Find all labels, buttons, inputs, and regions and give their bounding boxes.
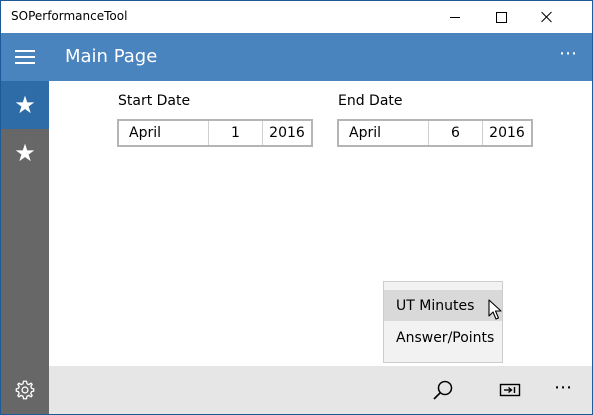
- close-button[interactable]: [524, 1, 570, 33]
- main-content: Start Date April 1 2016 End Date April 6…: [49, 81, 592, 366]
- start-date-label: Start Date: [118, 93, 191, 109]
- bottom-app-bar: ⋯: [49, 366, 592, 414]
- mouse-cursor-icon: [488, 299, 502, 320]
- end-date-picker[interactable]: April 6 2016: [337, 119, 533, 147]
- end-month-field[interactable]: April: [339, 121, 429, 145]
- star-icon: ★: [14, 91, 36, 119]
- start-month-field[interactable]: April: [119, 121, 209, 145]
- maximize-button[interactable]: [478, 1, 524, 33]
- hamburger-icon-line: [15, 50, 35, 52]
- menu-item-ut-minutes[interactable]: UT Minutes: [384, 290, 502, 321]
- start-day-field[interactable]: 1: [209, 121, 263, 145]
- end-date-label: End Date: [338, 93, 403, 109]
- hamburger-menu-button[interactable]: [1, 33, 49, 81]
- close-icon: [541, 11, 553, 23]
- page-title: Main Page: [65, 46, 158, 67]
- hamburger-icon-line: [15, 56, 35, 58]
- end-date-group: End Date April 6 2016: [337, 91, 533, 147]
- start-date-group: Start Date April 1 2016: [117, 91, 313, 147]
- minimize-icon: [450, 16, 460, 18]
- end-year-field[interactable]: 2016: [483, 121, 531, 145]
- end-day-field[interactable]: 6: [429, 121, 483, 145]
- header-more-button[interactable]: ⋯: [559, 43, 578, 64]
- search-button[interactable]: [423, 366, 463, 414]
- gear-icon: [15, 380, 35, 400]
- navigation-pane: ★ ★: [1, 81, 49, 414]
- app-title: SOPerformanceTool: [11, 9, 128, 23]
- hamburger-icon-line: [15, 62, 35, 64]
- project-button[interactable]: [490, 366, 530, 414]
- page-header: Main Page ⋯: [1, 33, 592, 81]
- settings-button[interactable]: [1, 366, 49, 414]
- app-window: SOPerformanceTool Main Page ⋯ ★ ★ Start …: [0, 0, 593, 415]
- search-icon: [433, 380, 453, 400]
- minimize-button[interactable]: [432, 1, 478, 33]
- maximize-icon: [495, 11, 507, 23]
- nav-item-favorites-1[interactable]: ★: [1, 81, 49, 129]
- title-bar[interactable]: SOPerformanceTool: [1, 1, 592, 33]
- start-year-field[interactable]: 2016: [263, 121, 311, 145]
- nav-item-favorites-2[interactable]: ★: [1, 129, 49, 177]
- star-icon: ★: [14, 139, 36, 167]
- flyout-menu: UT Minutes Answer/Points: [383, 281, 503, 363]
- project-icon: [499, 383, 521, 397]
- start-date-picker[interactable]: April 1 2016: [117, 119, 313, 147]
- bottombar-more-button[interactable]: ⋯: [554, 377, 573, 398]
- menu-item-answer-points[interactable]: Answer/Points: [384, 322, 502, 353]
